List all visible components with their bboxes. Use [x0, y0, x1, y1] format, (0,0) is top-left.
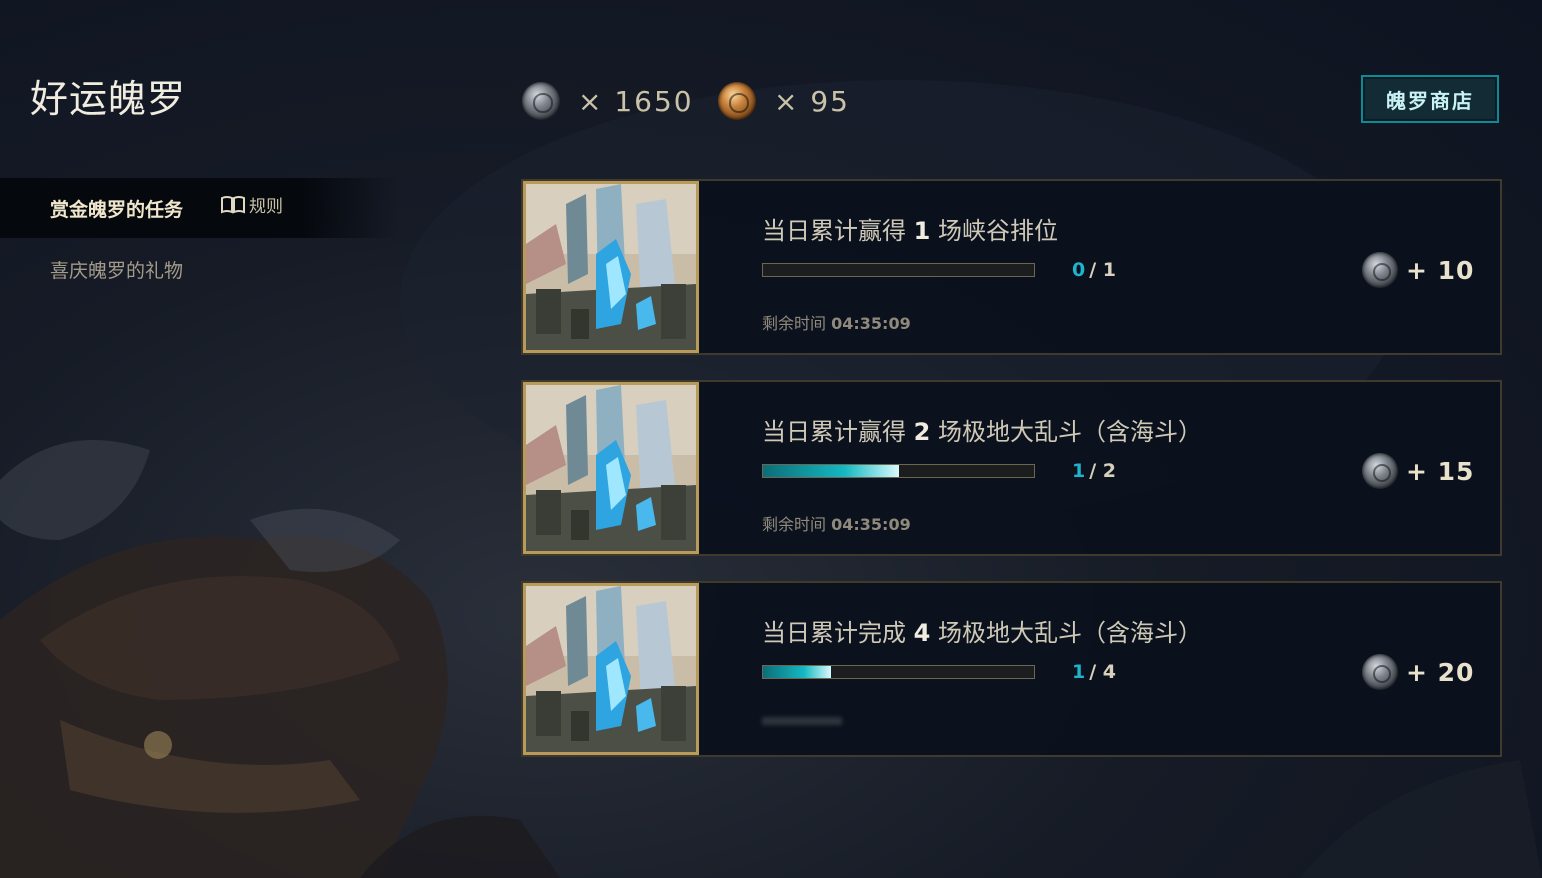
gold-coin-count: × 95 [774, 84, 850, 118]
quest-thumbnail [523, 583, 699, 755]
quest-reward: + 10 [1362, 252, 1474, 288]
silver-poro-coin-icon [522, 82, 560, 120]
quest-reward: + 15 [1362, 453, 1474, 489]
time-remaining: 剩余时间 04:35:09 [762, 515, 911, 534]
sidebar-item-label: 赏金魄罗的任务 [50, 199, 184, 221]
quest-title: 当日累计完成 4 场极地大乱斗（含海斗） [762, 619, 1202, 647]
reward-amount: + 15 [1406, 456, 1475, 486]
poro-shop-button[interactable]: 魄罗商店 [1361, 75, 1499, 123]
progress-count: 1/ 4 [1072, 661, 1117, 683]
silver-coin-balance: × 1650 [522, 82, 694, 120]
progress-bar [762, 464, 1035, 478]
quest-card: 当日累计完成 4 场极地大乱斗（含海斗） 1/ 4 + 20 [521, 581, 1502, 757]
quest-thumbnail [523, 181, 699, 353]
gold-poro-coin-icon [718, 82, 756, 120]
progress-fill [763, 666, 831, 678]
rules-link[interactable]: 规则 [220, 192, 283, 217]
progress-bar [762, 665, 1035, 679]
quest-title: 当日累计赢得 1 场峡谷排位 [762, 217, 1058, 245]
rules-label: 规则 [249, 197, 283, 217]
progress-count: 0/ 1 [1072, 259, 1117, 281]
silver-poro-coin-icon [1362, 453, 1398, 489]
sidebar-item-bounty-quests[interactable]: 赏金魄罗的任务 规则 [0, 178, 400, 238]
quest-card: 当日累计赢得 2 场极地大乱斗（含海斗） 1/ 2 剩余时间 04:35:09 … [521, 380, 1502, 556]
book-icon [221, 195, 245, 213]
quest-reward: + 20 [1362, 654, 1474, 690]
silver-poro-coin-icon [1362, 654, 1398, 690]
progress-count: 1/ 2 [1072, 460, 1117, 482]
reward-amount: + 10 [1406, 255, 1475, 285]
reward-amount: + 20 [1406, 657, 1475, 687]
progress-bar [762, 263, 1035, 277]
gold-coin-balance: × 95 [718, 82, 850, 120]
time-remaining: 剩余时间 04:35:09 [762, 314, 911, 333]
page-title: 好运魄罗 [30, 77, 187, 121]
sidebar-item-festive-gift[interactable]: 喜庆魄罗的礼物 [50, 256, 183, 283]
quest-card: 当日累计赢得 1 场峡谷排位 0/ 1 剩余时间 04:35:09 + 10 [521, 179, 1502, 355]
quest-title: 当日累计赢得 2 场极地大乱斗（含海斗） [762, 418, 1202, 446]
quest-thumbnail [523, 382, 699, 554]
obscured-text [762, 717, 842, 725]
progress-fill [763, 465, 899, 477]
silver-poro-coin-icon [1362, 252, 1398, 288]
silver-coin-count: × 1650 [578, 84, 694, 118]
